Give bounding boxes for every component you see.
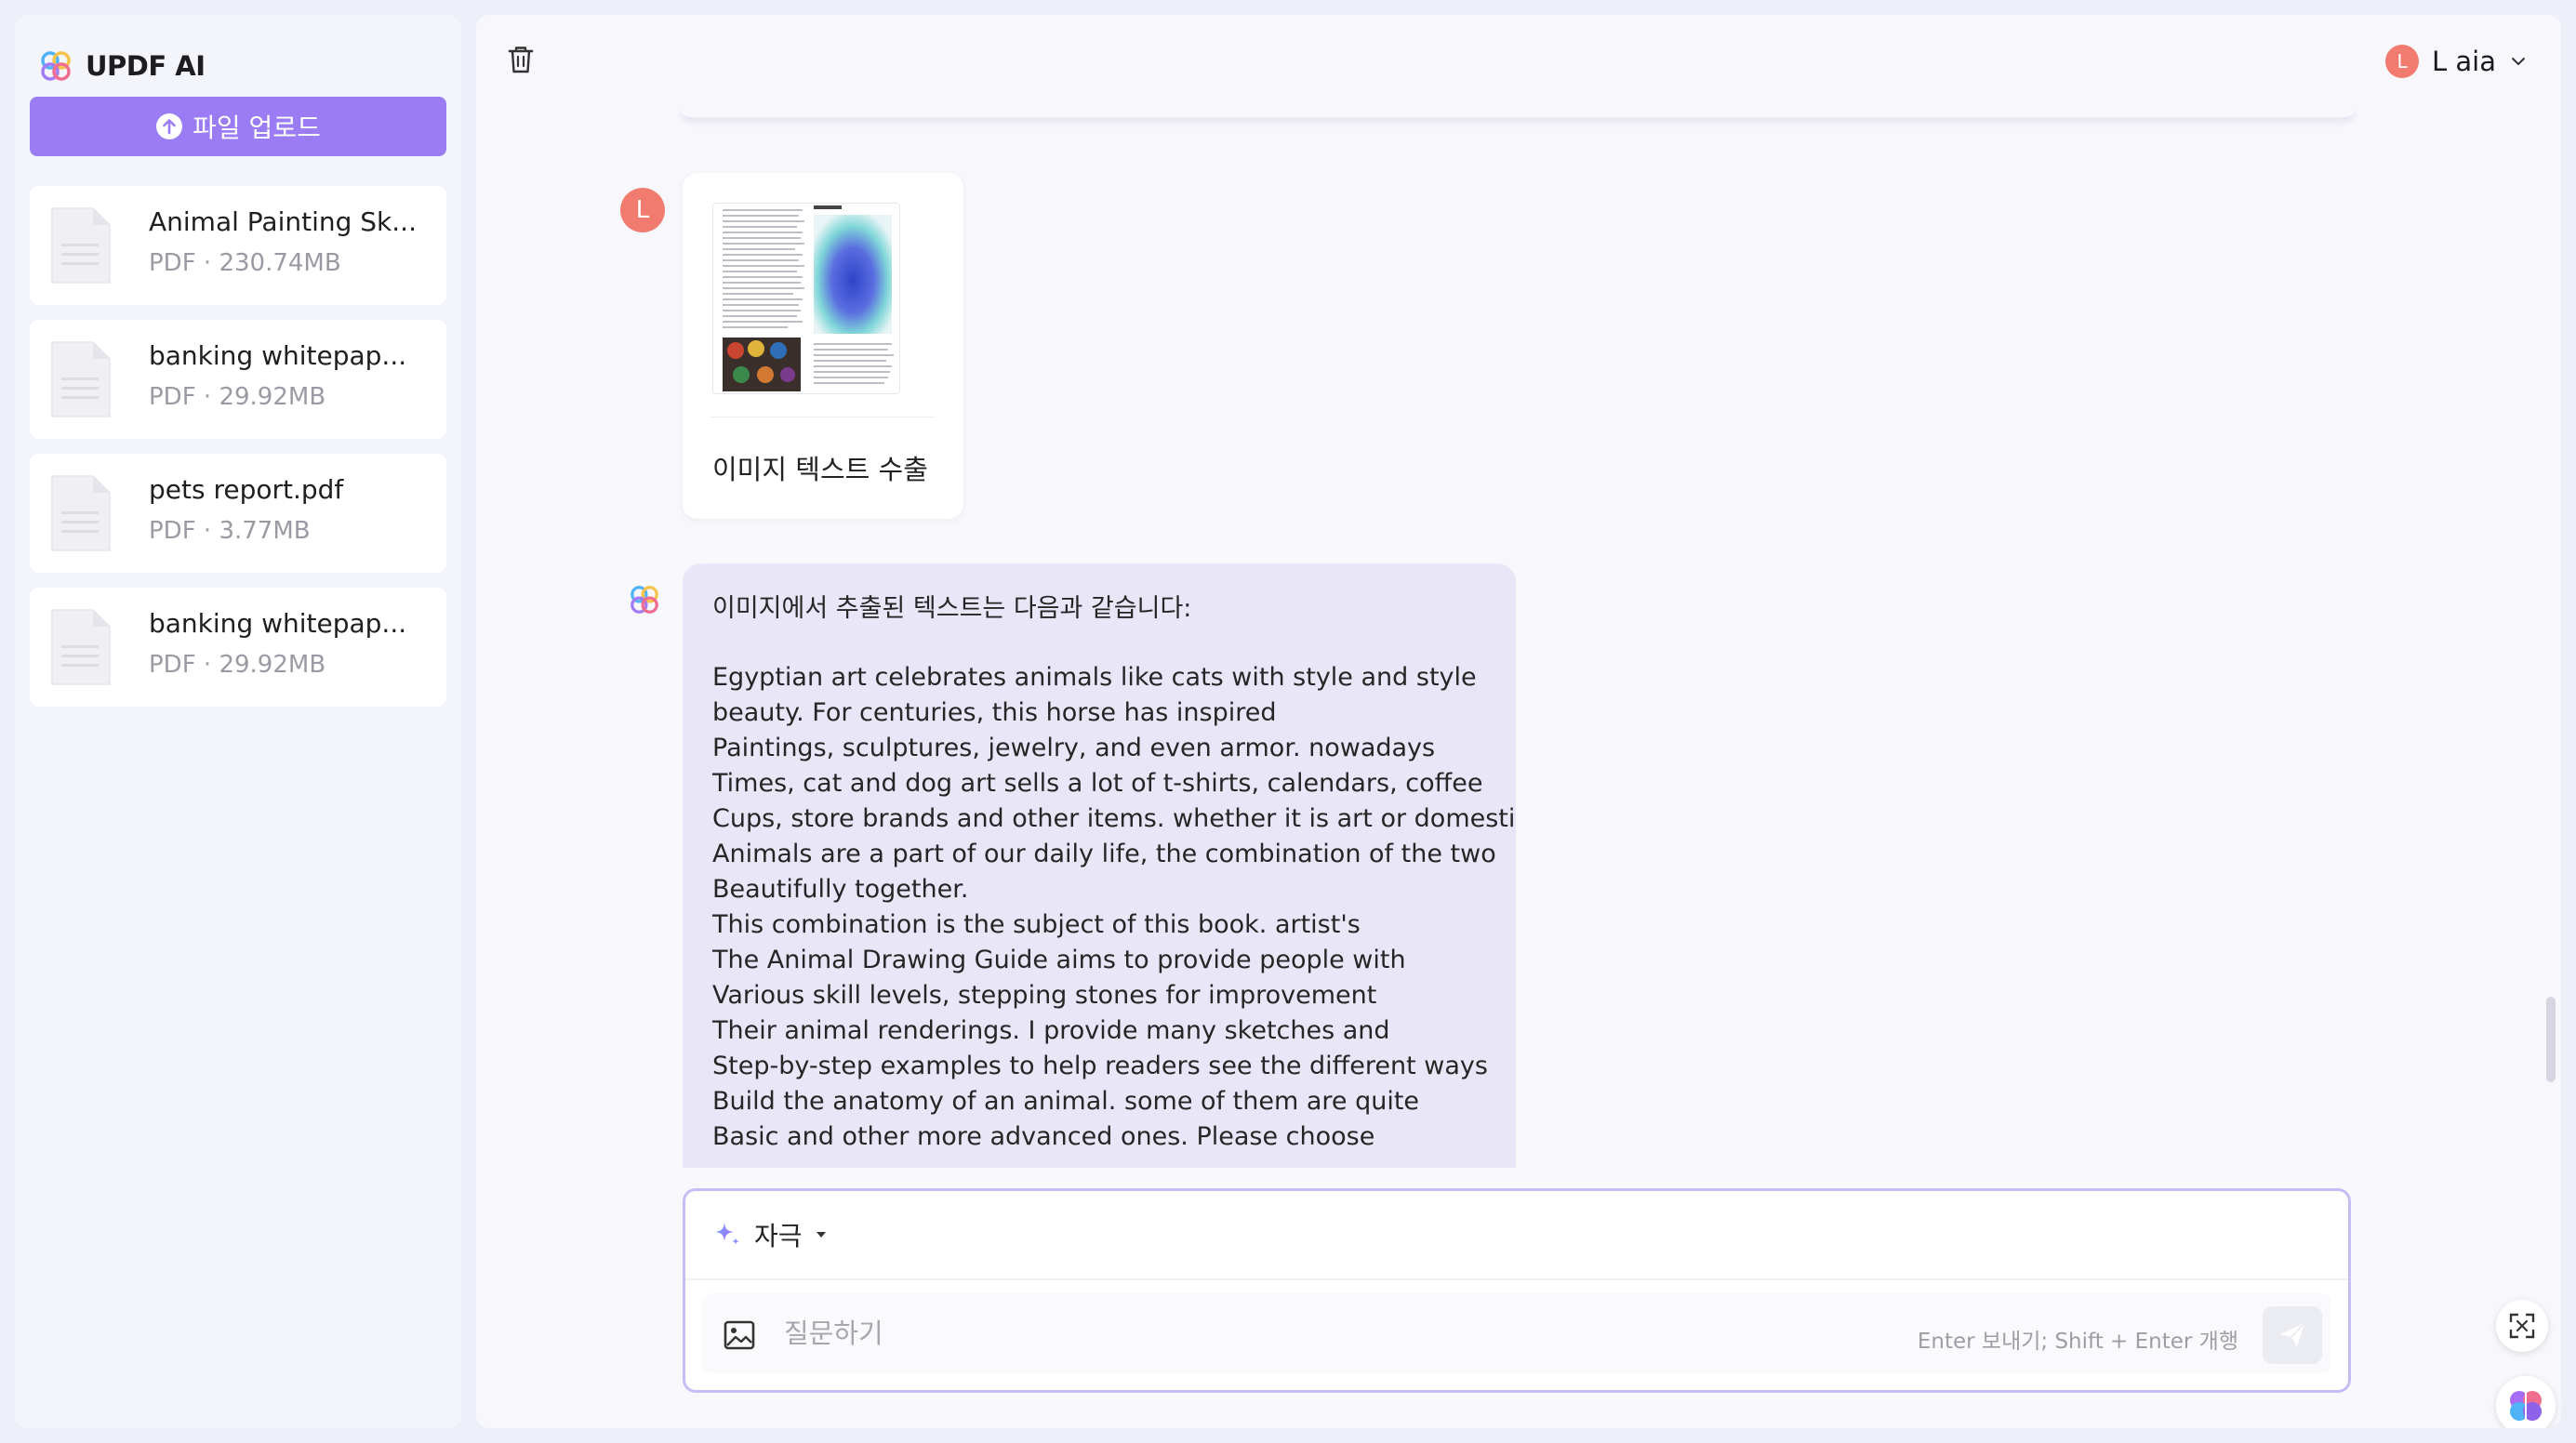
app-title: UPDF AI [86,50,206,82]
ai-response-line: Various skill levels, stepping stones fo… [712,981,1377,1010]
caret-down-icon [816,1232,826,1238]
trash-icon[interactable] [504,43,538,76]
ai-response-intro: 이미지에서 추출된 텍스트는 다음과 같습니다: [712,594,1192,623]
question-row: Enter 보내기; Shift + Enter 개행 [702,1293,2331,1373]
updf-ai-icon [631,586,658,614]
file-name: banking whitepap... [149,608,407,639]
input-divider [685,1278,2348,1280]
prompt-mode-label: 자극 [754,1221,803,1251]
document-icon [51,475,111,551]
sparkle-icon [715,1223,739,1245]
brand: UPDF AI [39,43,206,89]
document-icon [51,207,111,284]
user-name: L aia [2432,46,2496,77]
capture-icon [2509,1313,2535,1339]
ai-response-line: This combination is the subject of this … [712,910,1361,939]
file-name: banking whitepap... [149,340,407,371]
ai-response-text: 이미지에서 추출된 텍스트는 다음과 같습니다: Egyptian art ce… [683,563,1516,1155]
file-item[interactable]: Animal Painting Sk... PDF · 230.74MB [30,186,446,305]
file-meta: PDF · 230.74MB [149,249,341,277]
file-item[interactable]: banking whitepap... PDF · 29.92MB [30,320,446,439]
image-thumbnail [712,203,900,394]
ai-response-line: Paintings, sculptures, jewelry, and even… [712,734,1436,762]
sidebar: UPDF AI 파일 업로드 Animal Painting Sk... PDF… [15,15,461,1428]
ai-response-bubble: 이미지에서 추출된 텍스트는 다음과 같습니다: Egyptian art ce… [683,563,1516,1168]
chat-scrollbar[interactable] [2546,997,2556,1082]
file-name: pets report.pdf [149,474,344,505]
chevron-down-icon [2512,58,2525,65]
updf-logo-icon [41,51,71,81]
ai-response-line: Build the anatomy of an animal. some of … [712,1087,1420,1116]
file-name: Animal Painting Sk... [149,206,417,237]
file-meta: PDF · 29.92MB [149,651,326,679]
send-button[interactable] [2263,1306,2322,1364]
ai-response-line: Times, cat and dog art sells a lot of t-… [712,769,1483,798]
brain-icon [2510,1391,2542,1421]
ai-response-line: The Animal Drawing Guide aims to provide… [712,946,1406,974]
file-item[interactable]: banking whitepap... PDF · 29.92MB [30,588,446,707]
ai-response-line: Step-by-step examples to help readers se… [712,1052,1488,1080]
question-input[interactable] [782,1308,1809,1358]
document-icon [51,609,111,685]
previous-message-edge [681,104,2355,117]
chat-input-box: 자극 Enter 보내기; Shift + Enter 개행 [683,1188,2351,1393]
user-avatar: L [620,188,665,232]
ai-assistant-button[interactable] [2496,1376,2556,1428]
ai-response-line: Egyptian art celebrates animals like cat… [712,663,1477,692]
upload-file-button[interactable]: 파일 업로드 [30,97,446,156]
ai-response-line: Cups, store brands and other items. whet… [712,804,1516,833]
file-item[interactable]: pets report.pdf PDF · 3.77MB [30,454,446,573]
screen-capture-button[interactable] [2496,1300,2548,1352]
ai-response-line: Their animal renderings. I provide many … [712,1016,1390,1045]
file-meta: PDF · 29.92MB [149,383,326,411]
chat-panel: L L aia L 이미지 텍스트 수출 이미지에서 추출된 텍스트는 다음과 … [476,15,2561,1428]
image-card-label: 이미지 텍스트 수출 [712,454,928,485]
keyboard-hint: Enter 보내기; Shift + Enter 개행 [1917,1330,2238,1354]
image-icon[interactable] [723,1319,756,1351]
file-list: Animal Painting Sk... PDF · 230.74MB ban… [30,186,446,722]
file-meta: PDF · 3.77MB [149,517,311,545]
page-preview-image [713,204,899,393]
ai-response-line: Basic and other more advanced ones. Plea… [712,1122,1375,1151]
ai-response-line: Beautifully together. [712,875,969,904]
ai-response-line: beauty. For centuries, this horse has in… [712,698,1277,727]
image-attachment-card[interactable]: 이미지 텍스트 수출 [683,173,963,519]
upload-arrow-icon [156,113,183,139]
ai-response-line: Animals are a part of our daily life, th… [712,840,1496,868]
avatar: L [2385,45,2420,78]
user-menu[interactable]: L L aia [2385,41,2528,82]
upload-button-label: 파일 업로드 [193,113,321,143]
document-icon [51,341,111,417]
prompt-mode-dropdown[interactable]: 자극 [711,1215,829,1254]
send-icon [2280,1322,2305,1347]
